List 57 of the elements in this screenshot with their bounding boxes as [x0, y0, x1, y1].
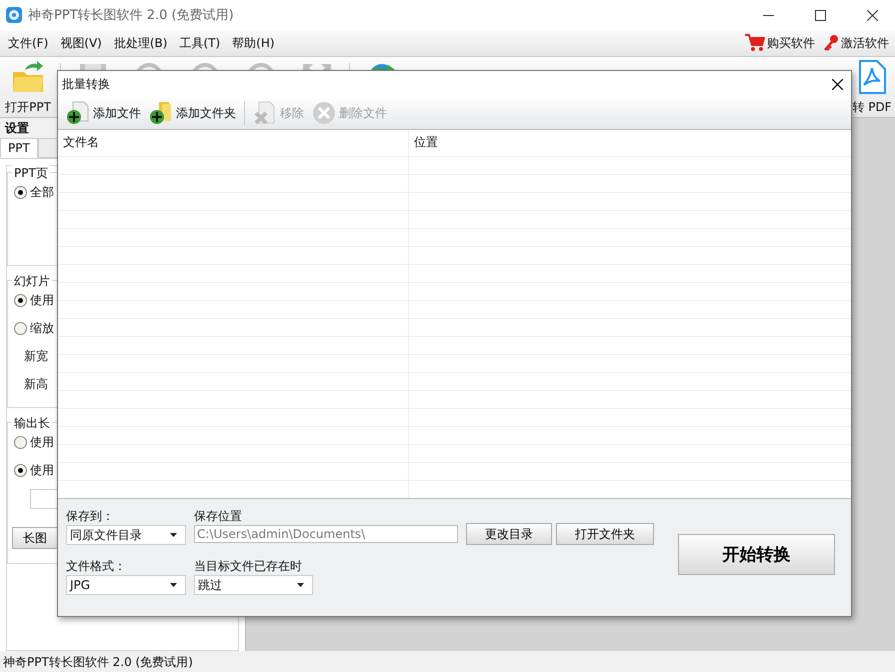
status-bar: 神奇PPT转长图软件 2.0 (免费试用) [0, 651, 895, 672]
menu-item[interactable]: 帮助(H) [230, 34, 283, 52]
menu-item[interactable]: 工具(T) [177, 34, 228, 52]
field-label: 文件格式： [66, 558, 127, 574]
radio-button[interactable] [14, 322, 27, 334]
group-title: PPT页 [12, 165, 50, 182]
close-icon[interactable] [866, 10, 878, 20]
radio-label: 使用 [30, 434, 54, 450]
menu-item[interactable]: 文件(F) [6, 34, 56, 52]
caret-icon [170, 583, 177, 587]
menu-item[interactable]: 批处理(B) [112, 34, 176, 52]
field-label: 保存位置 [194, 508, 243, 524]
cart-icon [745, 34, 765, 52]
toolbar-button-label[interactable]: 转 PDF [852, 99, 892, 116]
tab[interactable]: PPT [0, 138, 38, 158]
radio-label: 全部 [30, 184, 54, 200]
key-icon [823, 34, 839, 52]
minimize-icon[interactable] [762, 14, 774, 16]
dialog-title: 批量转换 [62, 76, 111, 92]
pdf-document-icon [857, 60, 887, 94]
save-location-field[interactable]: C:\Users\admin\Documents\ [194, 525, 458, 543]
radio-button[interactable] [14, 294, 27, 306]
add-file-icon [66, 101, 90, 125]
menu-item[interactable]: 视图(V) [58, 34, 110, 52]
radio-button[interactable] [14, 186, 27, 198]
folder-icon [11, 60, 45, 94]
if-exists-dropdown[interactable]: 跳过 [194, 575, 313, 595]
field-label: 当目标文件已存在时 [194, 558, 303, 574]
open-folder-button[interactable]: 打开文件夹 [556, 523, 654, 545]
cart-link[interactable]: 购买软件 [767, 34, 815, 52]
change-folder-button[interactable]: 更改目录 [466, 523, 552, 545]
field-label: 新高 [24, 376, 48, 392]
app-icon [6, 7, 22, 23]
save-to-dropdown[interactable]: 同原文件目录 [66, 525, 186, 545]
add-folder-icon [149, 101, 173, 125]
radio-label: 使用 [30, 292, 54, 308]
field-label: 保存到： [66, 508, 115, 524]
close-icon [832, 78, 842, 90]
maximize-icon[interactable] [814, 10, 826, 20]
document-x-icon [253, 101, 277, 125]
radio-label: 缩放 [30, 320, 54, 336]
radio-label: 使用 [30, 462, 54, 478]
delete-icon [312, 101, 336, 125]
key-link[interactable]: 激活软件 [841, 34, 889, 52]
caret-icon [297, 583, 304, 587]
column-header[interactable]: 位置 [409, 130, 443, 156]
group-title: 输出长 [12, 415, 52, 432]
field-label: 新宽 [24, 348, 48, 364]
group-title: 幻灯片 [12, 273, 52, 290]
radio-button[interactable] [14, 464, 27, 476]
window-title: 神奇PPT转长图软件 2.0 (免费试用) [28, 7, 235, 24]
start-button[interactable]: 开始转换 [678, 534, 835, 575]
format-dropdown[interactable]: JPG [66, 575, 186, 595]
radio-button[interactable] [14, 436, 27, 448]
caret-icon [170, 533, 177, 537]
column-header[interactable]: 文件名 [58, 130, 409, 156]
toolbar-button-label[interactable]: 打开PPT [5, 99, 51, 116]
